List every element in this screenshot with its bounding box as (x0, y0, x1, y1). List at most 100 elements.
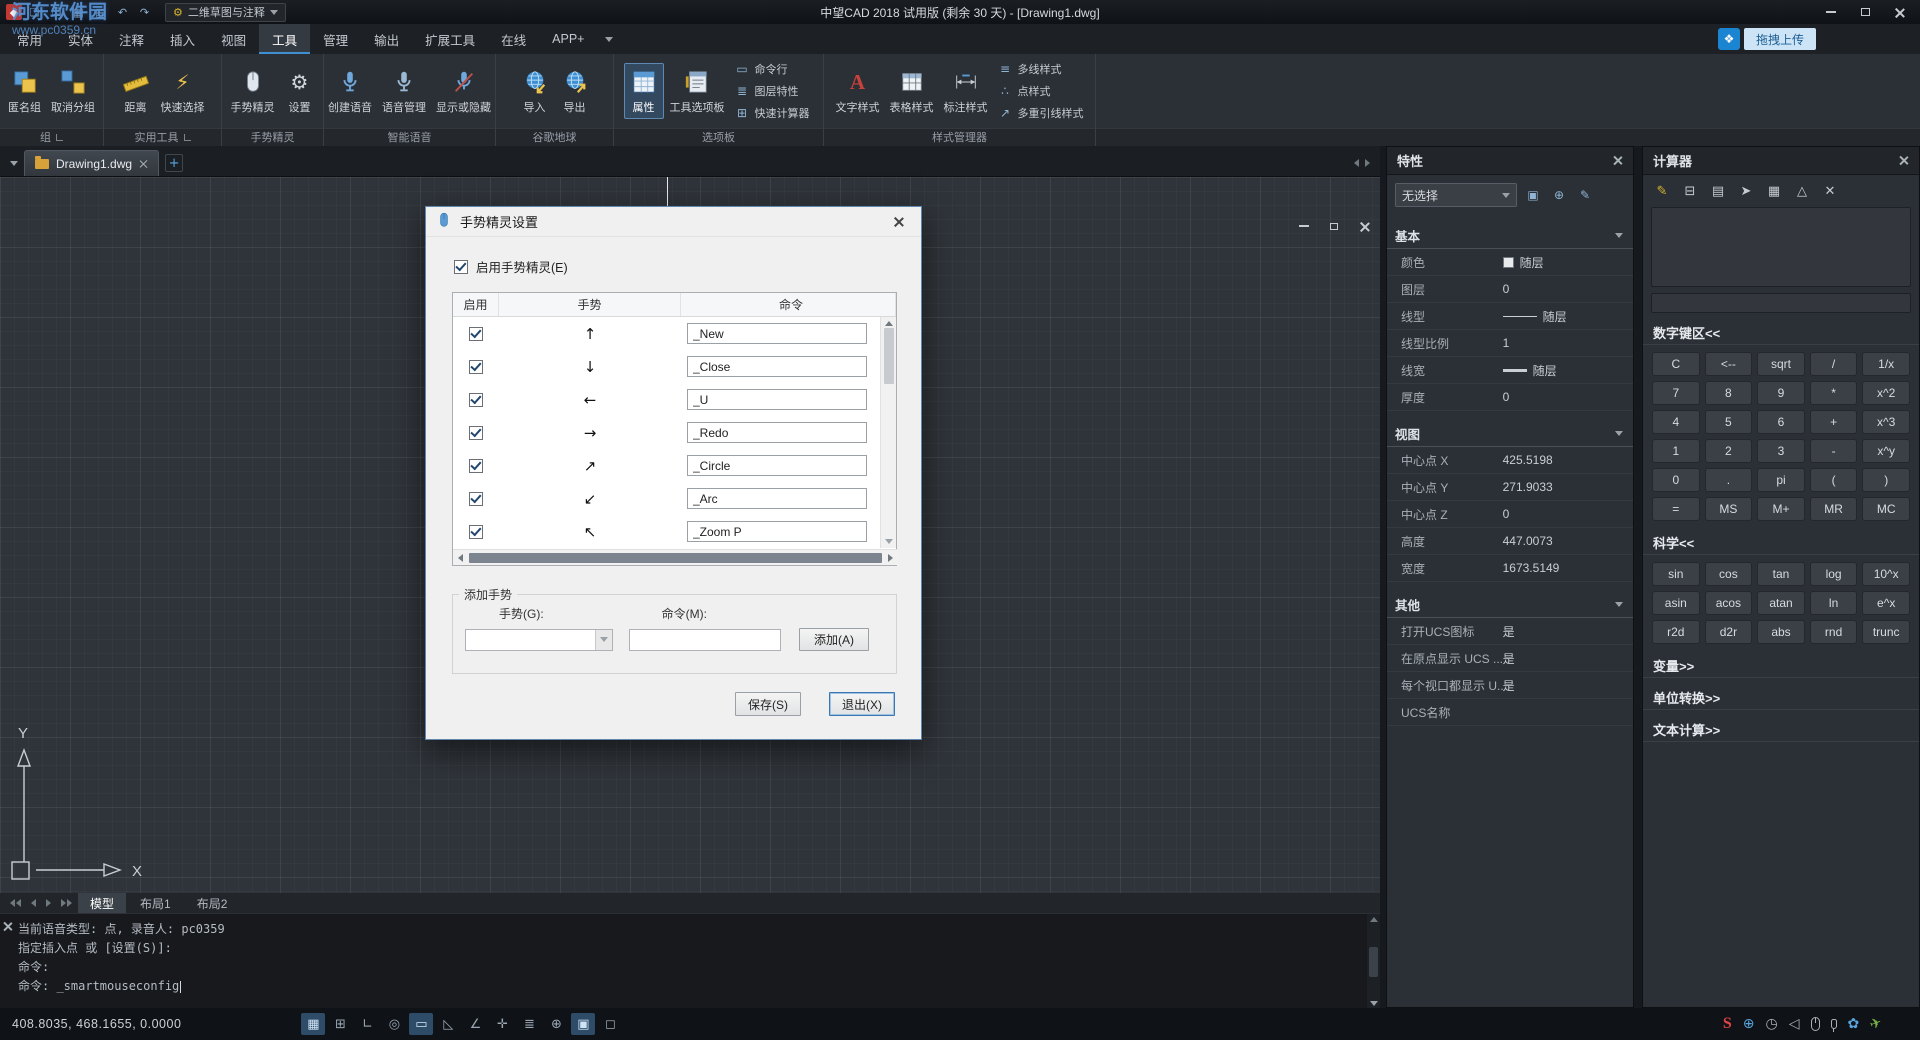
fan-icon[interactable]: ✿ (1848, 1016, 1860, 1032)
calc-key[interactable]: 8 (1705, 381, 1753, 405)
properties-palette-button[interactable]: 属性 (624, 63, 664, 119)
new-drawing-tab-button[interactable]: + (165, 154, 183, 172)
app-logo-icon[interactable]: ◆ (6, 4, 22, 20)
command-close-icon[interactable] (3, 920, 13, 934)
paste-value-icon[interactable]: ⊟ (1681, 182, 1699, 200)
first-layout-icon[interactable] (6, 899, 25, 907)
voice-manage-button[interactable]: 语音管理 (378, 64, 430, 118)
section-header-misc[interactable]: 其他 (1387, 592, 1633, 618)
menu-tab-express[interactable]: 扩展工具 (412, 24, 488, 54)
gesture-command-input[interactable] (687, 422, 867, 443)
command-line-window[interactable]: 当前语音类型: 点, 录音人: pc0359 指定插入点 或 [设置(S)]: … (0, 913, 1380, 1008)
calculator-panel-header[interactable]: 计算器 (1643, 147, 1919, 175)
calc-key[interactable]: MS (1705, 497, 1753, 521)
selection-filter-dropdown[interactable]: 无选择 (1395, 183, 1517, 207)
gesture-wizard-button[interactable]: 手势精灵 (227, 64, 279, 118)
pencil-icon[interactable]: ✎ (1653, 182, 1671, 200)
property-row[interactable]: 颜色随层 (1387, 249, 1633, 276)
calc-key[interactable]: 0 (1652, 468, 1700, 492)
tab-layout1[interactable]: 布局1 (128, 893, 183, 913)
clock-icon[interactable]: ◷ (1766, 1016, 1778, 1032)
calculator-icon[interactable]: ▦ (1765, 182, 1783, 200)
ortho-toggle[interactable]: ∟ (355, 1013, 379, 1035)
previous-layout-icon[interactable] (27, 899, 40, 907)
save-button[interactable]: 保存(S) (735, 692, 801, 716)
maximize-button[interactable] (1850, 3, 1880, 22)
close-panel-icon[interactable] (1613, 153, 1623, 168)
calc-key[interactable]: * (1810, 381, 1858, 405)
speaker-icon[interactable]: ◁ (1789, 1016, 1800, 1032)
esnap-toggle[interactable]: ▭ (409, 1013, 433, 1035)
calc-key[interactable]: acos (1705, 591, 1753, 615)
calc-key[interactable]: ( (1810, 468, 1858, 492)
property-row[interactable]: 中心点 Z0 (1387, 501, 1633, 528)
pane-collapse-right-icon[interactable] (1365, 159, 1370, 167)
tab-list-icon[interactable] (4, 150, 24, 176)
text-style-button[interactable]: A 文字样式 (832, 64, 884, 118)
gesture-enable-checkbox[interactable] (469, 426, 483, 440)
save-icon[interactable]: ▦ (69, 3, 88, 21)
exit-button[interactable]: 退出(X) (829, 692, 895, 716)
menu-tab-manage[interactable]: 管理 (310, 24, 361, 54)
microphone-icon[interactable] (1831, 1019, 1837, 1029)
mline-style-button[interactable]: ≡多线样式 (998, 59, 1084, 79)
checkbox-icon[interactable] (454, 260, 468, 274)
tab-model[interactable]: 模型 (78, 893, 126, 913)
calc-key[interactable]: e^x (1862, 591, 1910, 615)
dimension-style-button[interactable]: 标注样式 (940, 64, 992, 118)
quick-select-button[interactable]: ⚡ 快速选择 (157, 64, 209, 118)
menu-tab-app-plus[interactable]: APP+ (539, 24, 597, 54)
quick-select-icon[interactable]: ✎ (1575, 185, 1595, 205)
calc-key[interactable]: = (1652, 497, 1700, 521)
scroll-right-icon[interactable] (888, 554, 893, 562)
command-line-button[interactable]: ▭命令行 (735, 59, 810, 79)
calc-key[interactable]: 7 (1652, 381, 1700, 405)
property-row[interactable]: 图层0 (1387, 276, 1633, 303)
panel-launcher-icon[interactable] (184, 134, 191, 141)
calc-key[interactable]: sin (1652, 562, 1700, 586)
calc-key[interactable]: x^3 (1862, 410, 1910, 434)
voice-show-hide-button[interactable]: 显示或隐藏 (432, 64, 495, 118)
calc-key[interactable]: ln (1810, 591, 1858, 615)
property-row[interactable]: 打开UCS图标是 (1387, 618, 1633, 645)
toggle-pickadd-icon[interactable]: ▣ (1523, 185, 1543, 205)
menu-tab-insert[interactable]: 插入 (157, 24, 208, 54)
numpad-section-header[interactable]: 数字键区<< (1643, 321, 1919, 345)
menu-tab-solid[interactable]: 实体 (55, 24, 106, 54)
property-row[interactable]: 厚度0 (1387, 384, 1633, 411)
last-layout-icon[interactable] (57, 899, 76, 907)
calc-key[interactable]: d2r (1705, 620, 1753, 644)
calc-key[interactable]: 4 (1652, 410, 1700, 434)
property-row[interactable]: 宽度1673.5149 (1387, 555, 1633, 582)
property-row[interactable]: 高度447.0073 (1387, 528, 1633, 555)
select-objects-icon[interactable]: ⊕ (1549, 185, 1569, 205)
tool-palettes-button[interactable]: 工具选项板 (666, 64, 729, 118)
calc-key[interactable]: + (1810, 410, 1858, 434)
mdi-close-button[interactable] (1356, 219, 1372, 233)
transparency-toggle[interactable]: ≣ (517, 1013, 541, 1035)
calc-key[interactable]: <-- (1705, 352, 1753, 376)
close-button[interactable] (1884, 3, 1914, 22)
scientific-section-header[interactable]: 科学<< (1643, 531, 1919, 555)
calc-key[interactable]: cos (1705, 562, 1753, 586)
gesture-command-input[interactable] (687, 323, 867, 344)
section-header-general[interactable]: 基本 (1387, 223, 1633, 249)
scrollbar-thumb[interactable] (469, 553, 882, 563)
calc-key[interactable]: 1 (1652, 439, 1700, 463)
command-scrollbar[interactable] (1367, 914, 1380, 1009)
calc-key[interactable]: 1/x (1862, 352, 1910, 376)
grid-toggle[interactable]: ⊞ (328, 1013, 352, 1035)
calc-key[interactable]: - (1810, 439, 1858, 463)
dyn-toggle[interactable]: ∠ (463, 1013, 487, 1035)
gesture-command-input[interactable] (687, 521, 867, 542)
calc-key[interactable]: 2 (1705, 439, 1753, 463)
quick-calculator-button[interactable]: ⊞快速计算器 (735, 103, 810, 123)
scroll-down-icon[interactable] (1370, 1001, 1378, 1006)
properties-panel-header[interactable]: 特性 (1387, 147, 1633, 175)
menu-tab-view[interactable]: 视图 (208, 24, 259, 54)
tab-layout2[interactable]: 布局2 (185, 893, 240, 913)
lineweight-toggle[interactable]: ✛ (490, 1013, 514, 1035)
calc-key[interactable]: 10^x (1862, 562, 1910, 586)
scroll-up-icon[interactable] (885, 321, 893, 326)
variables-section-header[interactable]: 变量>> (1643, 654, 1919, 678)
